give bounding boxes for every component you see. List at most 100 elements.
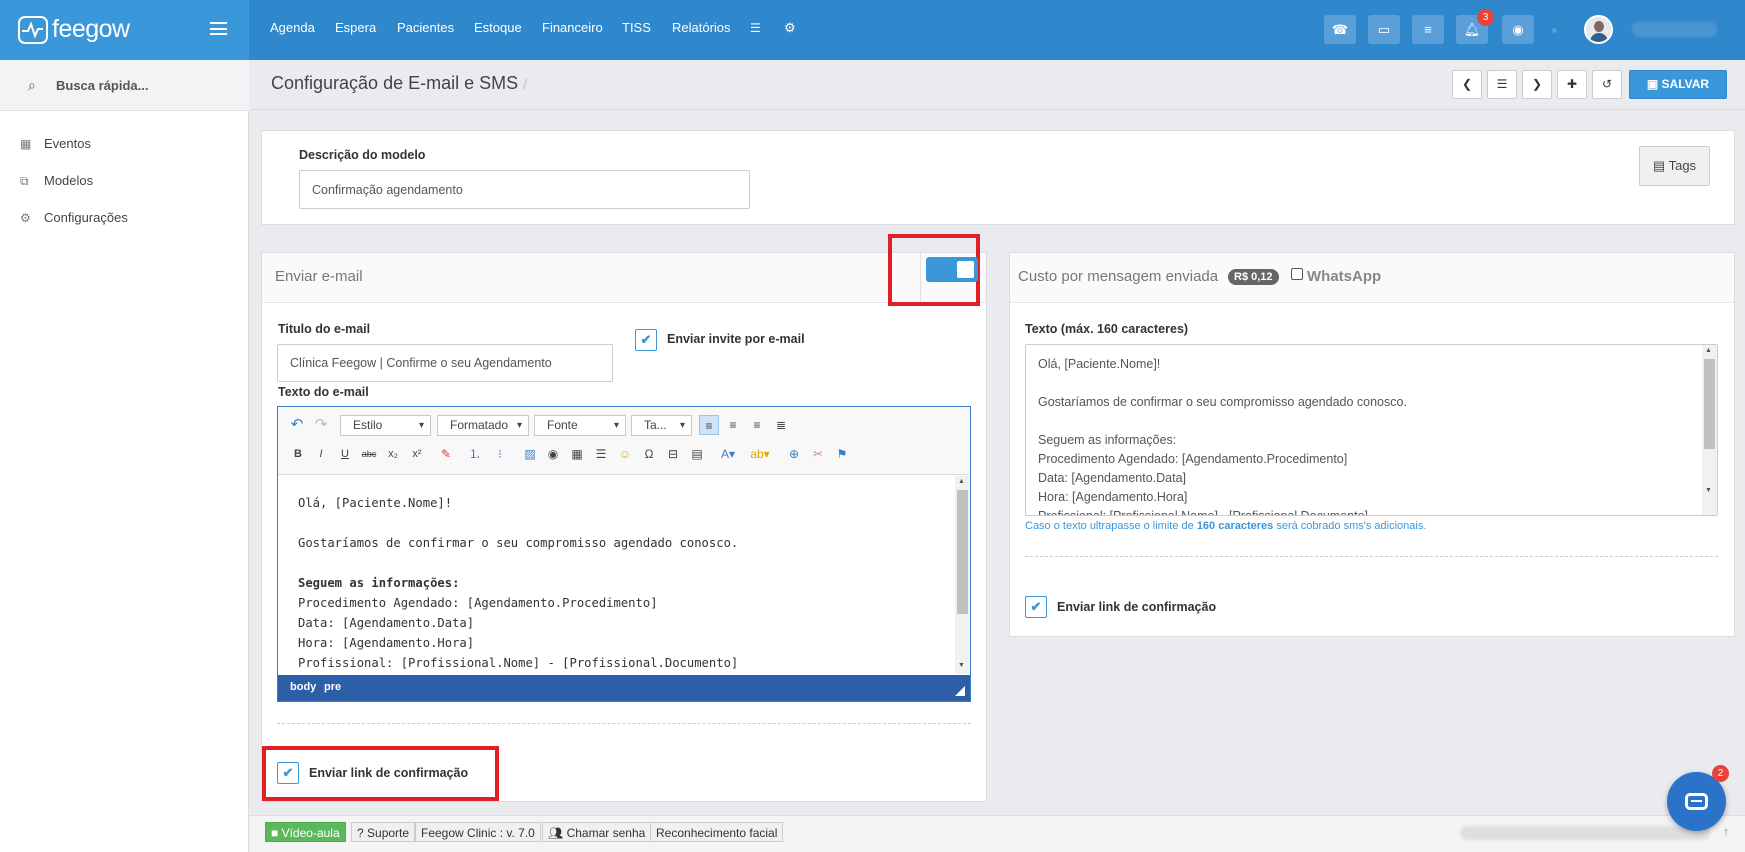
invite-checkbox[interactable]: ✔ [635, 329, 657, 351]
list-button[interactable]: ≡ [1412, 15, 1444, 44]
image-icon[interactable]: ▨ [520, 444, 540, 464]
tags-button[interactable]: ▤ Tags [1639, 146, 1710, 186]
sidebar-item-modelos[interactable]: ⧉ Modelos [20, 173, 93, 193]
underline-icon[interactable]: U [335, 444, 355, 464]
resize-handle-icon[interactable] [955, 686, 965, 696]
user-name-blurred[interactable] [1632, 22, 1717, 37]
list-view-button[interactable]: ☰ [1487, 70, 1517, 99]
strikethrough-icon[interactable]: abc [359, 444, 379, 464]
align-right-icon[interactable]: ≡ [747, 415, 767, 435]
email-title-input[interactable]: Clínica Feegow | Confirme o seu Agendame… [277, 344, 613, 382]
email-confirm-link-checkbox[interactable]: ✔ [277, 762, 299, 784]
sidebar-item-configuracoes[interactable]: ⚙ Configurações [20, 210, 128, 230]
unlink-icon[interactable]: ✂ [808, 444, 828, 464]
sms-confirm-link-checkbox[interactable]: ✔ [1025, 596, 1047, 618]
numbered-list-icon[interactable]: ⒈ [465, 444, 485, 464]
blurred-footer-text [1460, 826, 1710, 840]
logo-area: feegow [0, 0, 249, 60]
email-line-9: Profissional: [Profissional.Nome] - [Pro… [298, 656, 739, 670]
path-body[interactable]: body [290, 681, 316, 693]
database-icon[interactable]: ☰ [750, 0, 761, 58]
superscript-icon[interactable]: x² [407, 444, 427, 464]
iframe-icon[interactable]: ▤ [687, 444, 707, 464]
add-button[interactable]: ✚ [1557, 70, 1587, 99]
chat-widget-badge: 2 [1712, 765, 1729, 782]
next-button[interactable]: ❯ [1522, 70, 1552, 99]
quick-search[interactable]: ⌕ Busca rápida... [0, 60, 249, 111]
format-select[interactable]: Formatado [437, 415, 529, 436]
list-icon: ☰ [1496, 77, 1508, 91]
plus-icon: ✚ [1566, 77, 1578, 91]
horizontal-line-icon[interactable]: ☰ [591, 444, 611, 464]
anchor-flag-icon[interactable]: ⚑ [832, 444, 852, 464]
flash-icon[interactable]: ◉ [543, 444, 563, 464]
video-aula-button[interactable]: ■ Vídeo-aula [265, 822, 346, 842]
bg-color-icon[interactable]: ab▾ [750, 444, 770, 464]
sms-textarea[interactable]: Olá, [Paciente.Nome]! Gostaríamos de con… [1025, 344, 1718, 516]
redo-icon[interactable]: ↷ [311, 415, 331, 435]
page-break-icon[interactable]: ⊟ [663, 444, 683, 464]
users-icon: 👥︎ [548, 826, 567, 840]
sidebar-item-eventos[interactable]: ▦ Eventos [20, 136, 91, 156]
previous-button[interactable]: ❮ [1452, 70, 1482, 99]
undo-icon[interactable]: ↶ [287, 415, 307, 435]
invite-label: Enviar invite por e-mail [667, 332, 805, 346]
send-email-toggle[interactable] [926, 257, 978, 282]
status-dot [1552, 28, 1557, 33]
link-icon[interactable]: ⊕ [784, 444, 804, 464]
description-input[interactable]: Confirmação agendamento [299, 170, 750, 209]
gear-icon[interactable]: ⚙ [784, 0, 796, 58]
cogs-icon: ⚙ [20, 211, 31, 225]
email-line-6: Procedimento Agendado: [Agendamento.Proc… [298, 596, 658, 610]
subscript-icon[interactable]: x₂ [383, 444, 403, 464]
bullet-list-icon[interactable]: ⁝ [490, 444, 510, 464]
face-recognition-button[interactable]: Reconhecimento facial [650, 822, 784, 842]
style-select[interactable]: Estilo [340, 415, 431, 436]
support-button[interactable]: ? Suporte [351, 822, 416, 842]
chat-button[interactable]: ◉ [1502, 15, 1534, 44]
bold-icon[interactable]: B [288, 444, 308, 464]
nav-pacientes[interactable]: Pacientes [397, 0, 454, 58]
phone-button[interactable]: ☎ [1324, 15, 1356, 44]
nav-espera[interactable]: Espera [335, 0, 376, 58]
nav-relatorios[interactable]: Relatórios [672, 0, 731, 58]
save-button[interactable]: ▣ SALVAR [1629, 70, 1727, 99]
font-select[interactable]: Fonte [534, 415, 626, 436]
nav-financeiro[interactable]: Financeiro [542, 0, 603, 58]
copy-icon: ⧉ [20, 174, 29, 188]
align-left-icon[interactable]: ≡ [699, 415, 719, 435]
check-icon: ✔ [640, 332, 652, 347]
brand-name: feegow [52, 15, 130, 43]
align-center-icon[interactable]: ≡ [723, 415, 743, 435]
text-color-icon[interactable]: A▾ [718, 444, 738, 464]
table-icon[interactable]: ▦ [567, 444, 587, 464]
history-icon: ↺ [1601, 77, 1613, 91]
search-placeholder[interactable]: Busca rápida... [56, 78, 148, 93]
path-pre[interactable]: pre [324, 681, 341, 693]
italic-icon[interactable]: I [311, 444, 331, 464]
page-title: Configuração de E-mail e SMS / [271, 73, 528, 93]
special-char-icon[interactable]: Ω [639, 444, 659, 464]
user-avatar[interactable] [1584, 15, 1613, 44]
sms-line-2 [1038, 374, 1705, 393]
email-editor-body[interactable]: Olá, [Paciente.Nome]! Gostaríamos de con… [278, 476, 955, 674]
align-justify-icon[interactable]: ≣ [771, 415, 791, 435]
scroll-top-icon[interactable]: ↑ [1716, 822, 1736, 842]
editor-status-bar [278, 675, 970, 701]
email-line-8: Hora: [Agendamento.Hora] [298, 636, 475, 650]
editor-scrollbar[interactable]: ▲ ▼ [955, 476, 970, 674]
remove-format-icon[interactable]: ✎ [436, 444, 456, 464]
history-button[interactable]: ↺ [1592, 70, 1622, 99]
smiley-icon[interactable]: ☺ [615, 444, 635, 464]
whatsapp-checkbox[interactable] [1291, 268, 1303, 280]
menu-toggle-icon[interactable] [210, 22, 227, 35]
inbox-button[interactable]: ▭ [1368, 15, 1400, 44]
nav-tiss[interactable]: TISS [622, 0, 651, 58]
chevron-left-icon: ❮ [1461, 77, 1473, 91]
nav-estoque[interactable]: Estoque [474, 0, 522, 58]
call-password-button[interactable]: 👥︎ Chamar senha [542, 822, 652, 842]
size-select[interactable]: Ta... [631, 415, 692, 436]
nav-agenda[interactable]: Agenda [270, 0, 315, 58]
sms-scrollbar[interactable]: ▲ ▼ [1702, 345, 1717, 515]
tags-icon: ▤ [1652, 158, 1669, 173]
